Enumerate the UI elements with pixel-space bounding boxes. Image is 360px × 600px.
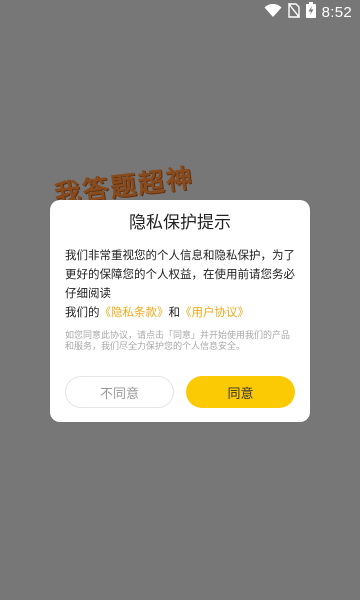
accept-button[interactable]: 同意 [186,376,295,408]
dialog-body: 我们非常重视您的个人信息和隐私保护，为了更好的保障您的个人权益，在使用前请您务必… [65,246,295,322]
privacy-dialog: 隐私保护提示 我们非常重视您的个人信息和隐私保护，为了更好的保障您的个人权益，在… [50,200,310,422]
dialog-buttons: 不同意 同意 [65,376,295,408]
user-agreement-link[interactable]: 《用户协议》 [180,305,249,319]
decline-button[interactable]: 不同意 [65,376,174,408]
dialog-body-text: 我们非常重视您的个人信息和隐私保护，为了更好的保障您的个人权益，在使用前请您务必… [65,248,295,300]
dialog-body-conjunction: 和 [168,305,181,319]
privacy-policy-link[interactable]: 《隐私条款》 [100,305,169,319]
screen: 8:52 我答题超神 隐私保护提示 我们非常重视您的个人信息和隐私保护，为了更好… [0,0,360,600]
dialog-body-prefix: 我们的 [65,305,100,319]
dialog-title: 隐私保护提示 [129,213,231,233]
dialog-note: 如您同意此协议，请点击「同意」并开始使用我们的产品和服务，我们尽全力保护您的个人… [65,331,291,352]
